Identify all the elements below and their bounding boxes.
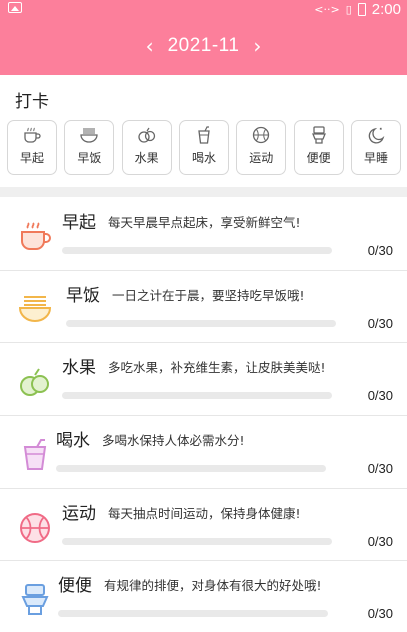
ball-icon: [20, 512, 50, 543]
progress-count: 0/30: [367, 533, 393, 549]
noodle-bowl-icon: [18, 295, 52, 322]
section-divider: [0, 187, 407, 197]
habit-label: 便便: [306, 151, 331, 165]
progress-count: 0/30: [367, 606, 393, 622]
list-item[interactable]: 运动 每天抽点时间运动，保持身体健康! 0/30: [0, 489, 407, 562]
coffee-cup-icon: [24, 127, 41, 143]
water-cup-icon: [23, 439, 47, 471]
progress-bar: [62, 537, 332, 545]
habit-button-exercise[interactable]: 运动: [236, 120, 287, 175]
habit-button-sleep-early[interactable]: 早睡: [350, 120, 401, 175]
habit-progress-list: 早起 每天早晨早点起床，享受新鲜空气! 0/30 早饭 一日之计在于晨，要坚持吃…: [0, 198, 407, 632]
habit-description: 一日之计在于晨，要坚持吃早饭哦!: [112, 287, 305, 303]
ball-icon: [253, 126, 270, 144]
habit-label: 水果: [134, 151, 159, 165]
fruit-icon: [20, 368, 49, 397]
progress-bar: [62, 392, 332, 400]
habit-name: 运动: [62, 503, 96, 524]
battery-icon: [357, 2, 366, 16]
progress-bar: [58, 610, 328, 618]
habit-label: 早饭: [77, 151, 102, 165]
habit-label: 运动: [249, 151, 274, 165]
list-item[interactable]: 喝水 多喝水保持人体必需水分! 0/30: [0, 416, 407, 489]
status-bar: <··> ▯ 2:00: [0, 0, 407, 18]
habit-description: 有规律的排便，对身体有很大的好处哦!: [104, 578, 322, 594]
habit-name: 喝水: [56, 431, 90, 452]
water-cup-icon: [198, 126, 210, 144]
progress-count: 0/30: [367, 243, 393, 258]
progress-bar: [56, 465, 326, 473]
habit-name: 早起: [62, 213, 96, 233]
habit-button-grid: 早起 早饭 水果 喝水 运动 便便 早睡: [7, 120, 401, 175]
progress-count: 0/30: [367, 315, 393, 331]
toilet-icon: [311, 126, 326, 144]
habit-button-water[interactable]: 喝水: [178, 120, 229, 175]
habit-description: 每天抽点时间运动，保持身体健康!: [108, 505, 301, 521]
habit-button-breakfast[interactable]: 早饭: [64, 120, 115, 175]
habit-button-toilet[interactable]: 便便: [293, 120, 344, 175]
progress-count: 0/30: [367, 388, 393, 404]
data-indicator-icon: <··>: [314, 2, 340, 16]
habit-description: 多吃水果，补充维生素，让皮肤美美哒!: [108, 360, 326, 376]
list-item[interactable]: 水果 多吃水果，补充维生素，让皮肤美美哒! 0/30: [0, 343, 407, 417]
habit-label: 早起: [19, 151, 44, 165]
next-month-button[interactable]: ›: [239, 36, 275, 56]
list-item[interactable]: 早饭 一日之计在于晨，要坚持吃早饭哦! 0/30: [0, 271, 407, 344]
fruit-icon: [138, 127, 155, 143]
habit-button-fruit[interactable]: 水果: [121, 120, 172, 175]
habit-button-wake-early[interactable]: 早起: [7, 120, 57, 175]
habit-name: 早饭: [66, 285, 100, 306]
habit-label: 喝水: [191, 151, 216, 165]
toilet-icon: [21, 584, 49, 616]
header-bar: <··> ▯ 2:00 ‹ 2021-11 ›: [0, 0, 407, 75]
current-month: 2021-11: [167, 35, 240, 56]
checkin-title: 打卡: [15, 92, 49, 112]
status-time: 2:00: [371, 0, 401, 18]
noodle-bowl-icon: [80, 128, 98, 143]
habit-label: 早睡: [363, 151, 388, 165]
no-sim-icon: ▯: [345, 2, 352, 16]
habit-description: 多喝水保持人体必需水分!: [102, 433, 245, 449]
habit-name: 水果: [62, 358, 96, 379]
month-navigator: ‹ 2021-11 ›: [0, 30, 407, 62]
progress-bar: [62, 247, 332, 254]
progress-count: 0/30: [367, 461, 393, 477]
progress-bar: [66, 319, 336, 327]
habit-name: 便便: [58, 576, 92, 597]
list-item[interactable]: 早起 每天早晨早点起床，享受新鲜空气! 0/30: [0, 198, 407, 271]
image-notification-icon: [8, 2, 22, 13]
habit-description: 每天早晨早点起床，享受新鲜空气!: [108, 215, 301, 230]
list-item[interactable]: 便便 有规律的排便，对身体有很大的好处哦! 0/30: [0, 561, 407, 632]
moon-icon: [368, 127, 385, 144]
coffee-cup-icon: [21, 222, 51, 250]
prev-month-button[interactable]: ‹: [132, 36, 168, 56]
